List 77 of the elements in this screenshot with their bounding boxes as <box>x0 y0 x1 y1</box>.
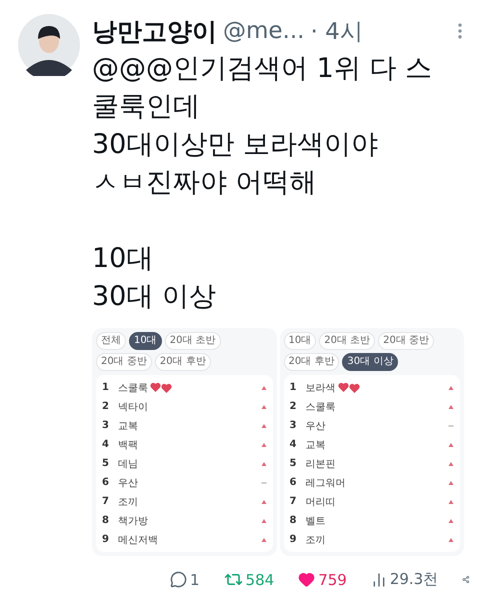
trend-up-icon <box>260 498 266 504</box>
search-term[interactable]: 메신저백 <box>118 532 158 546</box>
trend-up-icon <box>260 518 266 524</box>
rank-number: 1 <box>290 382 298 393</box>
like-count: 759 <box>318 570 347 588</box>
age-tab[interactable]: 20대 중반 <box>96 353 152 371</box>
search-term[interactable]: 스쿨룩 <box>306 400 336 414</box>
search-term[interactable]: 머리띠 <box>306 494 336 508</box>
post-text: 10대 30대 이상 <box>92 242 217 314</box>
search-term[interactable]: 우산 <box>306 418 326 432</box>
rank-number: 4 <box>290 439 298 450</box>
trend-up-icon <box>260 404 266 410</box>
rank-number: 2 <box>102 401 110 412</box>
rank-number: 3 <box>290 420 298 431</box>
rank-number: 8 <box>290 515 298 526</box>
age-tab[interactable]: 10대 <box>284 332 316 350</box>
rank-number: 4 <box>102 439 110 450</box>
rank-number: 5 <box>102 458 110 469</box>
search-term[interactable]: 우산 <box>118 476 138 490</box>
trend-up-icon <box>448 480 454 486</box>
rank-number: 9 <box>290 534 298 545</box>
trend-up-icon <box>260 460 266 466</box>
rank-number: 6 <box>102 477 110 488</box>
rank-number: 1 <box>102 382 110 393</box>
trend-up-icon <box>260 384 266 390</box>
rank-number: 5 <box>290 458 298 469</box>
age-tab[interactable]: 10대 <box>129 332 162 350</box>
trend-up-icon <box>260 442 266 448</box>
rank-number: 7 <box>290 496 298 507</box>
trend-up-icon <box>260 422 266 428</box>
rank-number: 6 <box>290 477 298 488</box>
trend-up-icon <box>448 442 454 448</box>
search-term[interactable]: 벨트 <box>306 514 326 528</box>
search-term[interactable]: 데님 <box>118 456 138 470</box>
views-icon[interactable] <box>370 572 387 588</box>
search-term[interactable]: 스쿨룩 <box>118 380 148 394</box>
age-tab[interactable]: 30대 이상 <box>342 353 398 371</box>
trend-up-icon <box>448 498 454 504</box>
trend-up-icon <box>260 536 266 542</box>
post-text: @@@인기검색어 1위 다 스쿨룩인데 30대이상만 보라색이야 ㅅㅂ진짜야 어떡해 <box>92 52 433 200</box>
post-time: · 4시 <box>310 18 363 46</box>
rank-number: 3 <box>102 420 110 431</box>
rank-number: 9 <box>102 534 110 545</box>
search-term[interactable]: 리본핀 <box>306 456 336 470</box>
trend-up-icon <box>448 384 454 390</box>
age-tab[interactable]: 전체 <box>96 332 126 350</box>
trend-up-icon <box>448 404 454 410</box>
avatar <box>18 14 80 76</box>
rank-number: 2 <box>290 401 298 412</box>
trend-up-icon <box>448 518 454 524</box>
search-term[interactable]: 넥타이 <box>118 400 148 414</box>
trend-up-icon <box>448 460 454 466</box>
age-tab[interactable]: 20대 초반 <box>319 332 376 350</box>
age-tab[interactable]: 20대 초반 <box>164 332 221 350</box>
reply-icon[interactable] <box>170 571 187 588</box>
search-term[interactable]: 보라색 <box>306 380 336 394</box>
no-change-icon <box>448 422 454 428</box>
view-count: 29.3천 <box>390 570 438 589</box>
trend-up-icon <box>448 536 454 542</box>
author-handle[interactable]: @me... <box>223 18 304 44</box>
no-change-icon <box>260 480 266 486</box>
search-term[interactable]: 책가방 <box>118 514 148 528</box>
author-name[interactable]: 낭만고양이 <box>92 14 217 48</box>
search-term[interactable]: 교복 <box>118 418 138 432</box>
rank-number: 8 <box>102 515 110 526</box>
retweet-count: 584 <box>246 570 274 588</box>
search-term[interactable]: 조끼 <box>306 532 326 546</box>
age-tab[interactable]: 20대 중반 <box>378 332 434 350</box>
age-tab[interactable]: 20대 후반 <box>284 353 340 371</box>
search-term[interactable]: 레그워머 <box>306 476 346 490</box>
reply-count: 1 <box>190 570 200 588</box>
search-term[interactable]: 백팩 <box>118 438 138 452</box>
like-icon[interactable] <box>298 571 316 588</box>
age-tab[interactable]: 20대 후반 <box>154 353 211 371</box>
search-term[interactable]: 조끼 <box>118 494 138 508</box>
rank-number: 7 <box>102 496 110 507</box>
search-term[interactable]: 교복 <box>306 438 326 452</box>
